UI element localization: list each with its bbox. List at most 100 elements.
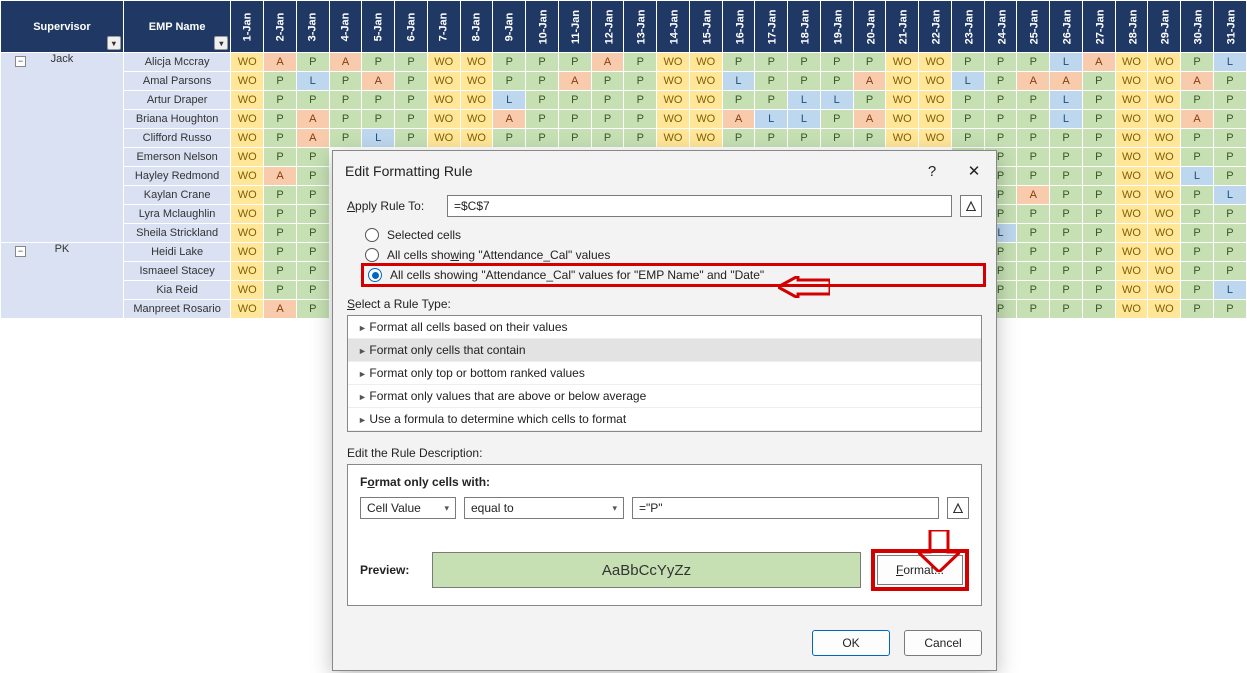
value-cell[interactable]: P xyxy=(853,53,886,72)
value-cell[interactable]: P xyxy=(1181,91,1214,110)
value-cell[interactable]: P xyxy=(984,110,1017,129)
col-emp-name[interactable]: EMP Name ▾ xyxy=(123,1,231,53)
value-cell[interactable]: P xyxy=(624,129,657,148)
value-cell[interactable]: P xyxy=(264,129,297,148)
value-cell[interactable]: P xyxy=(296,205,329,224)
value-cell[interactable]: A xyxy=(1050,72,1083,91)
emp-name-cell[interactable]: Lyra Mclaughlin xyxy=(123,205,231,224)
emp-name-cell[interactable]: Artur Draper xyxy=(123,91,231,110)
value-cell[interactable]: WO xyxy=(231,91,264,110)
range-picker-icon[interactable] xyxy=(960,195,982,217)
value-cell[interactable]: P xyxy=(296,91,329,110)
emp-name-cell[interactable]: Kaylan Crane xyxy=(123,186,231,205)
value-cell[interactable]: A xyxy=(493,110,526,129)
emp-name-cell[interactable]: Emerson Nelson xyxy=(123,148,231,167)
value-cell[interactable]: P xyxy=(296,148,329,167)
value-cell[interactable]: A xyxy=(329,53,362,72)
value-cell[interactable]: WO xyxy=(231,300,264,319)
value-cell[interactable]: P xyxy=(362,53,395,72)
value-cell[interactable]: P xyxy=(329,91,362,110)
col-day[interactable]: 18-Jan xyxy=(788,1,821,53)
value-cell[interactable]: P xyxy=(624,110,657,129)
value-cell[interactable]: WO xyxy=(427,72,460,91)
value-cell[interactable]: P xyxy=(493,72,526,91)
collapse-icon[interactable]: − xyxy=(15,246,26,257)
value-cell[interactable]: WO xyxy=(427,53,460,72)
ok-button[interactable]: OK xyxy=(812,630,890,656)
emp-name-cell[interactable]: Kia Reid xyxy=(123,281,231,300)
value-cell[interactable]: P xyxy=(264,205,297,224)
value-cell[interactable]: P xyxy=(820,129,853,148)
value-cell[interactable]: WO xyxy=(689,72,722,91)
value-cell[interactable]: WO xyxy=(1148,262,1181,281)
value-cell[interactable]: P xyxy=(1082,72,1115,91)
value-cell[interactable]: P xyxy=(624,53,657,72)
value-cell[interactable]: P xyxy=(591,72,624,91)
value-input[interactable]: ="P" xyxy=(632,497,939,519)
value-cell[interactable]: P xyxy=(1050,186,1083,205)
value-cell[interactable]: P xyxy=(395,129,428,148)
value-cell[interactable]: WO xyxy=(919,72,952,91)
col-day[interactable]: 3-Jan xyxy=(296,1,329,53)
value-cell[interactable]: P xyxy=(1082,167,1115,186)
value-cell[interactable]: WO xyxy=(1148,53,1181,72)
value-cell[interactable]: P xyxy=(1213,129,1246,148)
value-cell[interactable]: P xyxy=(296,281,329,300)
value-cell[interactable]: P xyxy=(1082,300,1115,319)
value-cell[interactable]: WO xyxy=(1115,53,1148,72)
collapse-icon[interactable]: − xyxy=(15,56,26,67)
value-cell[interactable]: P xyxy=(296,53,329,72)
value-cell[interactable]: L xyxy=(296,72,329,91)
value-cell[interactable]: WO xyxy=(460,72,493,91)
value-cell[interactable]: L xyxy=(1050,53,1083,72)
value-cell[interactable]: P xyxy=(1181,129,1214,148)
value-cell[interactable]: P xyxy=(558,110,591,129)
value-cell[interactable]: WO xyxy=(657,53,690,72)
value-cell[interactable]: P xyxy=(1017,148,1050,167)
value-cell[interactable]: P xyxy=(1017,262,1050,281)
value-cell[interactable]: WO xyxy=(689,110,722,129)
value-cell[interactable]: WO xyxy=(1115,243,1148,262)
col-day[interactable]: 31-Jan xyxy=(1213,1,1246,53)
value-cell[interactable]: P xyxy=(296,224,329,243)
value-cell[interactable]: WO xyxy=(886,72,919,91)
value-cell[interactable]: WO xyxy=(1115,91,1148,110)
value-cell[interactable]: P xyxy=(755,91,788,110)
value-cell[interactable]: P xyxy=(1082,224,1115,243)
value-cell[interactable]: WO xyxy=(657,129,690,148)
col-day[interactable]: 15-Jan xyxy=(689,1,722,53)
value-cell[interactable]: A xyxy=(853,72,886,91)
value-cell[interactable]: P xyxy=(493,129,526,148)
value-cell[interactable]: WO xyxy=(886,91,919,110)
value-cell[interactable]: WO xyxy=(231,72,264,91)
col-day[interactable]: 14-Jan xyxy=(657,1,690,53)
value-cell[interactable]: P xyxy=(1082,148,1115,167)
value-cell[interactable]: P xyxy=(788,53,821,72)
emp-name-cell[interactable]: Sheila Strickland xyxy=(123,224,231,243)
value-cell[interactable]: P xyxy=(1017,53,1050,72)
value-cell[interactable]: WO xyxy=(1148,300,1181,319)
value-cell[interactable]: P xyxy=(264,262,297,281)
value-cell[interactable]: P xyxy=(1082,91,1115,110)
value-cell[interactable]: P xyxy=(395,91,428,110)
value-cell[interactable]: P xyxy=(1082,243,1115,262)
emp-name-cell[interactable]: Ismaeel Stacey xyxy=(123,262,231,281)
value-cell[interactable]: P xyxy=(493,53,526,72)
value-cell[interactable]: WO xyxy=(231,129,264,148)
value-cell[interactable]: P xyxy=(1050,129,1083,148)
value-cell[interactable]: WO xyxy=(919,53,952,72)
value-cell[interactable]: P xyxy=(1082,110,1115,129)
emp-name-cell[interactable]: Alicja Mccray xyxy=(123,53,231,72)
value-cell[interactable]: WO xyxy=(919,91,952,110)
value-cell[interactable]: P xyxy=(1213,148,1246,167)
value-cell[interactable]: WO xyxy=(460,91,493,110)
value-cell[interactable]: WO xyxy=(231,167,264,186)
value-cell[interactable]: WO xyxy=(427,91,460,110)
value-cell[interactable]: P xyxy=(526,110,559,129)
value-cell[interactable]: P xyxy=(296,186,329,205)
supervisor-cell[interactable]: −PK xyxy=(1,243,124,319)
value-cell[interactable]: WO xyxy=(1115,262,1148,281)
col-day[interactable]: 4-Jan xyxy=(329,1,362,53)
value-cell[interactable]: P xyxy=(296,300,329,319)
col-day[interactable]: 11-Jan xyxy=(558,1,591,53)
